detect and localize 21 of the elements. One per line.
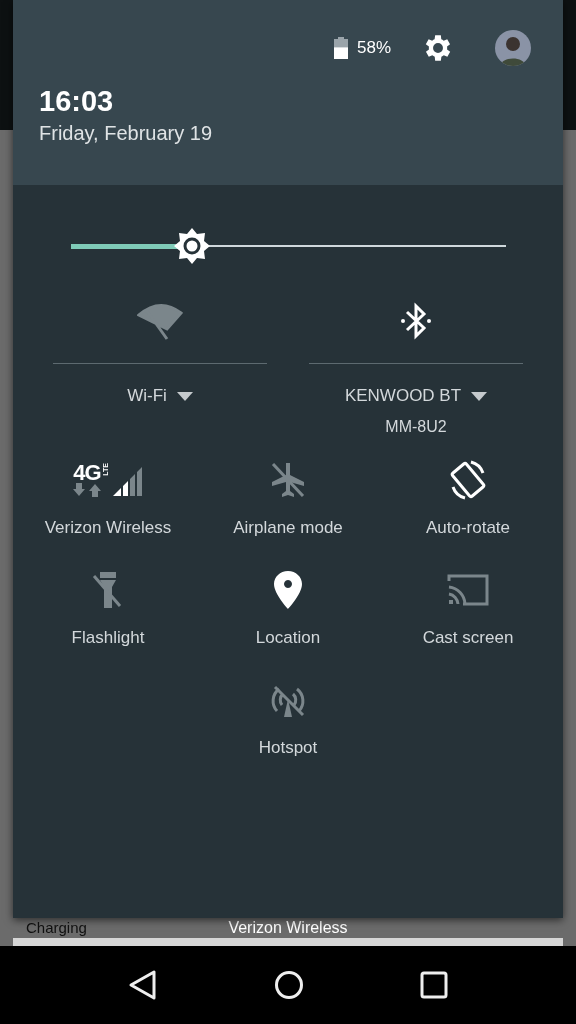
tile-label[interactable]: Cast screen [422,628,514,648]
battery-icon [333,37,348,59]
battery-percentage: 58% [356,38,391,58]
tile-label[interactable]: Hotspot [258,738,318,758]
carrier-label: Verizon Wireless [228,919,348,936]
tile-label[interactable]: Airplane mode [233,518,343,538]
tile-label[interactable]: Flashlight [71,628,145,648]
tile-dropdown[interactable]: KENWOOD BT [344,386,488,406]
tile-label[interactable]: Auto-rotate [425,518,511,538]
avatar[interactable] [495,30,531,66]
charging-text: Charging [26,919,87,936]
caret-icon [471,391,488,401]
caret-icon [176,391,193,401]
device-name: MM-8U2 [385,418,447,436]
tile-label[interactable]: Location [255,628,321,648]
clock-time: 16:03 [39,84,115,118]
brightness-slider[interactable] [70,226,506,266]
tile-label[interactable]: Verizon Wireless [44,518,172,538]
date-text: Friday, February 19 [39,122,214,145]
network-type-label: 4G [73,463,101,483]
tile-dropdown[interactable]: Wi-Fi [127,386,193,406]
